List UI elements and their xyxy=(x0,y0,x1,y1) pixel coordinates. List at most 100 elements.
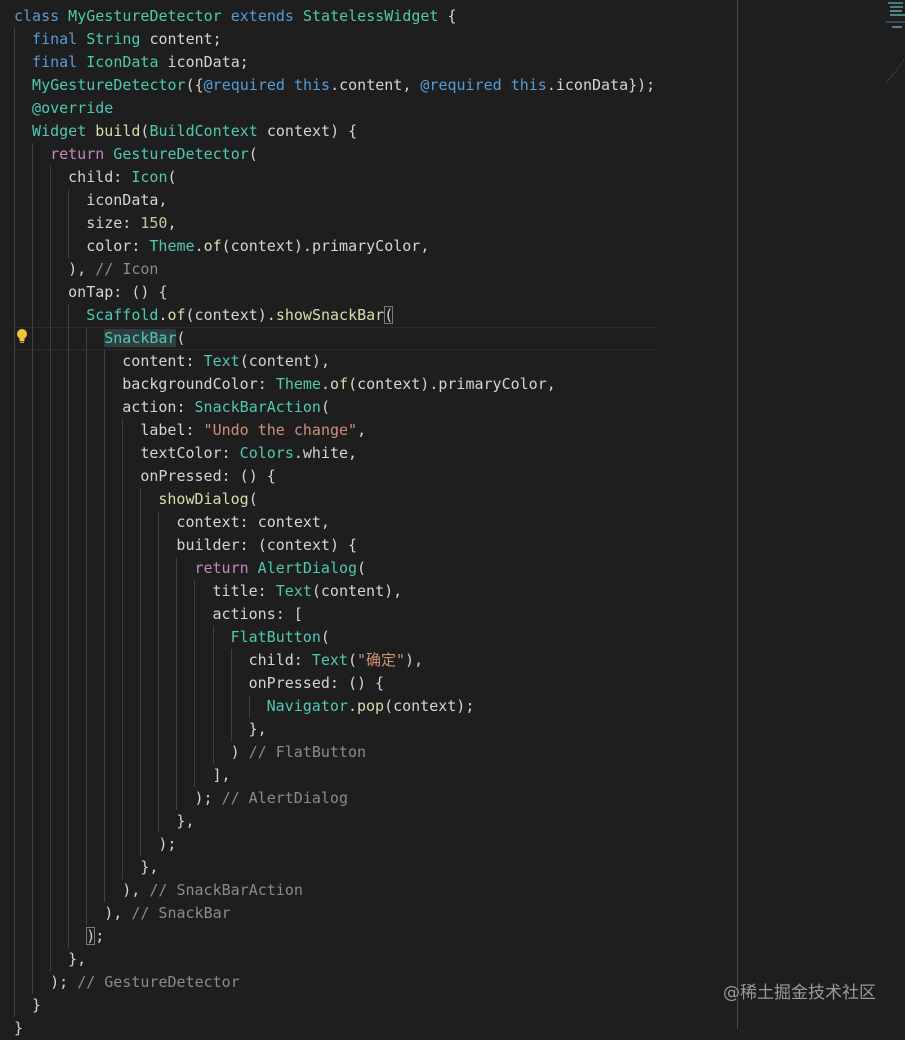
indent-guide xyxy=(14,856,32,879)
indent-guide xyxy=(50,419,68,442)
code-token: Text xyxy=(275,582,312,600)
code-token: return xyxy=(50,145,105,163)
indent-guide xyxy=(194,626,212,649)
indent-guide xyxy=(86,856,104,879)
indent-guide xyxy=(86,327,104,350)
code-token: Text xyxy=(203,352,240,370)
code-line[interactable]: iconData, xyxy=(14,189,655,212)
code-line[interactable]: action: SnackBarAction( xyxy=(14,396,655,419)
indent-guide xyxy=(140,557,158,580)
code-line[interactable]: child: Icon( xyxy=(14,166,655,189)
indent-guide xyxy=(158,534,176,557)
code-token: // SnackBarAction xyxy=(149,881,303,899)
indent-guide xyxy=(104,511,122,534)
code-line[interactable]: showDialog( xyxy=(14,488,655,511)
code-line[interactable]: }, xyxy=(14,718,655,741)
code-line[interactable]: FlatButton( xyxy=(14,626,655,649)
indent-guide xyxy=(14,212,32,235)
code-line[interactable]: size: 150, xyxy=(14,212,655,235)
code-line[interactable]: ); // GestureDetector xyxy=(14,971,655,994)
code-line[interactable]: ); xyxy=(14,833,655,856)
code-line[interactable]: title: Text(content), xyxy=(14,580,655,603)
code-line[interactable]: }, xyxy=(14,810,655,833)
code-token: ( xyxy=(347,651,357,669)
indent-guide xyxy=(32,557,50,580)
code-line[interactable]: color: Theme.of(context).primaryColor, xyxy=(14,235,655,258)
code-line[interactable]: onTap: () { xyxy=(14,281,655,304)
code-token: // Icon xyxy=(95,260,159,278)
code-token: Scaffold xyxy=(86,306,159,324)
indent-guide xyxy=(86,603,104,626)
code-line[interactable]: builder: (context) { xyxy=(14,534,655,557)
code-token: title: xyxy=(212,582,276,600)
indent-guide xyxy=(32,787,50,810)
code-editor[interactable]: class MyGestureDetector extends Stateles… xyxy=(14,5,655,1040)
indent-guide xyxy=(158,626,176,649)
indent-guide xyxy=(212,626,231,649)
code-line[interactable]: backgroundColor: Theme.of(context).prima… xyxy=(14,373,655,396)
code-token: ) xyxy=(86,927,96,945)
code-line[interactable]: ), // Icon xyxy=(14,258,655,281)
code-line[interactable]: onPressed: () { xyxy=(14,672,655,695)
indent-guide xyxy=(14,925,32,948)
indent-guide xyxy=(32,534,50,557)
code-line[interactable]: onPressed: () { xyxy=(14,465,655,488)
indent-guide xyxy=(68,396,86,419)
code-line[interactable]: }, xyxy=(14,856,655,879)
code-line[interactable]: return GestureDetector( xyxy=(14,143,655,166)
code-line[interactable]: class MyGestureDetector extends Stateles… xyxy=(14,5,655,28)
indent-guide xyxy=(104,810,122,833)
code-token: ( xyxy=(248,145,258,163)
code-token: ( xyxy=(167,168,177,186)
indent-guide xyxy=(122,419,140,442)
code-line[interactable]: SnackBar( xyxy=(14,327,655,350)
code-line[interactable]: actions: [ xyxy=(14,603,655,626)
indent-guide xyxy=(14,74,32,97)
code-line[interactable]: @override xyxy=(14,97,655,120)
indent-guide xyxy=(68,442,86,465)
code-line[interactable]: } xyxy=(14,994,655,1017)
code-line[interactable]: content: Text(content), xyxy=(14,350,655,373)
indent-guide xyxy=(104,603,122,626)
code-line[interactable]: label: "Undo the change", xyxy=(14,419,655,442)
code-line[interactable]: MyGestureDetector({@required this.conten… xyxy=(14,74,655,97)
code-line[interactable]: Widget build(BuildContext context) { xyxy=(14,120,655,143)
indent-guide xyxy=(50,189,68,212)
indent-guide xyxy=(14,396,32,419)
indent-guide xyxy=(122,718,140,741)
code-line[interactable]: final String content; xyxy=(14,28,655,51)
indent-guide xyxy=(104,741,122,764)
indent-guide xyxy=(14,902,32,925)
code-line[interactable]: }, xyxy=(14,948,655,971)
code-line[interactable]: ); // AlertDialog xyxy=(14,787,655,810)
minimap[interactable] xyxy=(886,0,905,90)
indent-guide xyxy=(140,488,158,511)
code-token: content: xyxy=(122,352,204,370)
code-token: showSnackBar xyxy=(275,306,385,324)
indent-guide xyxy=(176,787,194,810)
indent-guide xyxy=(32,833,50,856)
indent-guide xyxy=(14,626,32,649)
code-line[interactable]: ) // FlatButton xyxy=(14,741,655,764)
lightbulb-icon[interactable] xyxy=(16,328,28,344)
indent-guide xyxy=(158,695,176,718)
indent-guide xyxy=(68,511,86,534)
code-line[interactable]: textColor: Colors.white, xyxy=(14,442,655,465)
indent-guide xyxy=(194,603,212,626)
code-line[interactable]: Scaffold.of(context).showSnackBar( xyxy=(14,304,655,327)
code-line[interactable]: child: Text("确定"), xyxy=(14,649,655,672)
code-line[interactable]: ), // SnackBarAction xyxy=(14,879,655,902)
indent-guide xyxy=(50,511,68,534)
indent-guide xyxy=(158,672,176,695)
code-token: Text xyxy=(311,651,348,669)
code-line[interactable]: ), // SnackBar xyxy=(14,902,655,925)
code-line[interactable]: Navigator.pop(context); xyxy=(14,695,655,718)
code-token: .content, xyxy=(330,76,421,94)
code-line[interactable]: final IconData iconData; xyxy=(14,51,655,74)
code-line[interactable]: return AlertDialog( xyxy=(14,557,655,580)
code-line[interactable]: ); xyxy=(14,925,655,948)
code-line[interactable]: context: context, xyxy=(14,511,655,534)
code-line[interactable]: ], xyxy=(14,764,655,787)
indent-guide xyxy=(158,511,176,534)
indent-guide xyxy=(140,764,158,787)
